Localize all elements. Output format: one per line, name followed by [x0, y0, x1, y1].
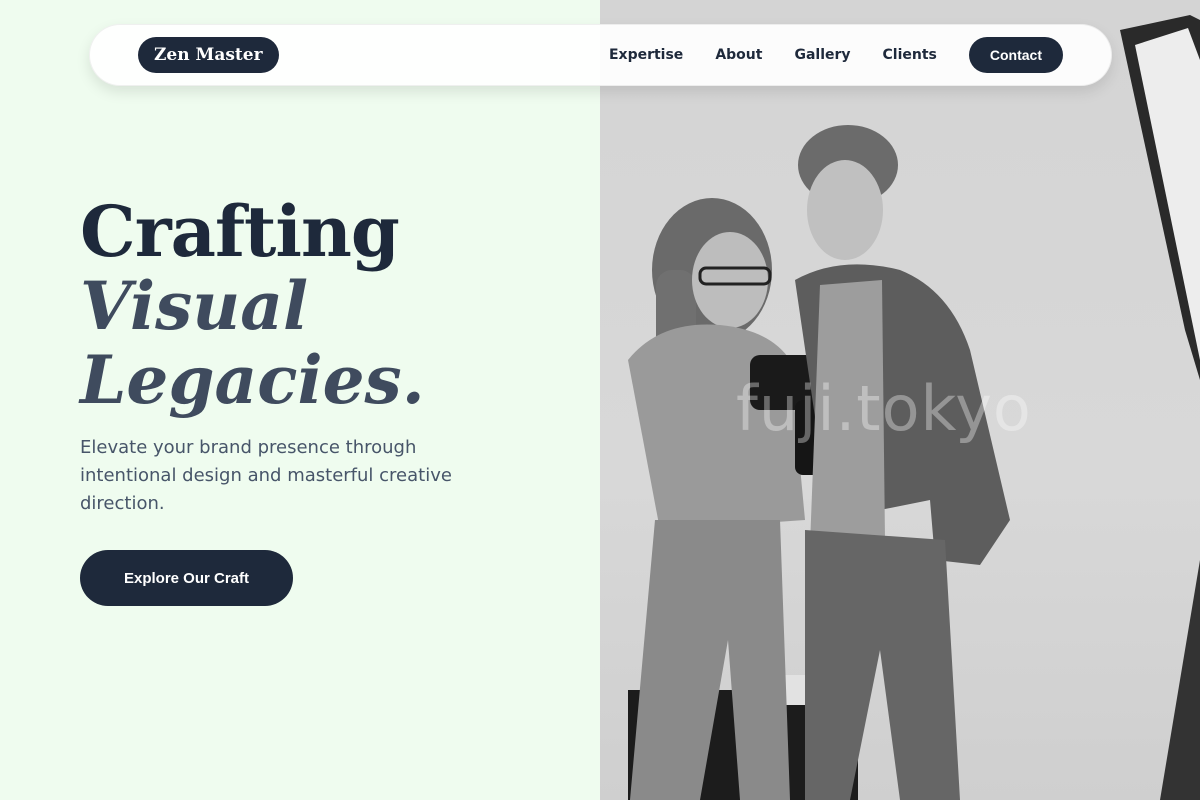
top-navigation: Zen Master Expertise About Gallery Clien… [89, 24, 1112, 86]
nav-link-about[interactable]: About [715, 47, 762, 63]
nav-link-clients[interactable]: Clients [883, 47, 937, 63]
watermark-text: fuji.tokyo [736, 372, 1032, 445]
hero-photo: fuji.tokyo [600, 0, 1200, 800]
contact-button[interactable]: Contact [968, 37, 1063, 73]
hero-title-line-3: Legacies. [80, 341, 425, 419]
hero-title-line-1: Crafting [80, 190, 400, 273]
hero-title-line-2: Visual [80, 267, 309, 345]
brand-logo[interactable]: Zen Master [138, 37, 279, 73]
nav-link-gallery[interactable]: Gallery [794, 47, 850, 63]
hero-title: Crafting Visual Legacies. [80, 190, 425, 419]
explore-craft-button[interactable]: Explore Our Craft [80, 550, 293, 606]
nav-links: Expertise About Gallery Clients [609, 47, 937, 63]
nav-link-expertise[interactable]: Expertise [609, 47, 683, 63]
hero-subtitle: Elevate your brand presence through inte… [80, 437, 452, 514]
